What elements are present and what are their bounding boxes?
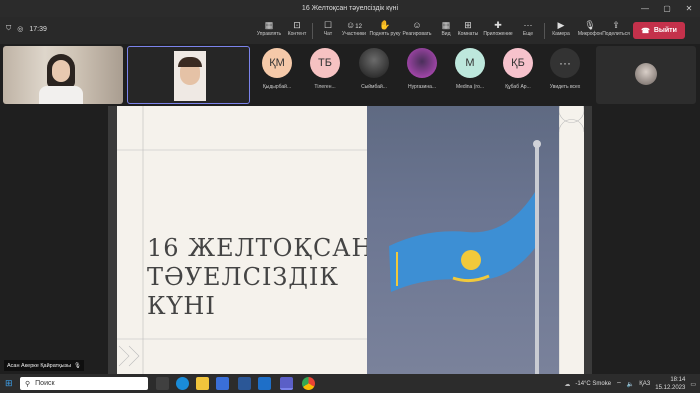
shield-icon: ⛉ [6, 25, 12, 32]
rooms-button[interactable]: ⊞ Комнаты [452, 20, 484, 37]
search-placeholder: Поиск [35, 380, 55, 387]
content-button[interactable]: ⊡ Контент [281, 20, 313, 37]
window-titlebar: 16 Желтоқсан тәуелсіздік күні — ▢ ✕ [0, 0, 700, 17]
apps-icon: ✚ [494, 20, 502, 30]
more-icon: ··· [523, 20, 533, 30]
participant-1[interactable]: ҚМ Қыдырбай... [255, 48, 299, 90]
mic-off-icon: 🎙 [74, 362, 82, 369]
participant-3[interactable]: Сыймбай... [352, 48, 396, 90]
manage-icon: ▦ [264, 20, 274, 30]
raise-hand-icon: ✋ [379, 20, 391, 30]
more-icon: ··· [550, 48, 580, 78]
participant-name: Нургазина... [407, 84, 437, 90]
task-view-icon[interactable] [156, 377, 169, 390]
system-tray: ☁ -14°C Smoke ⌔ 🔈 ҚАЗ 18:14 15.12.2023 ▭ [564, 376, 696, 392]
kazakhstan-flag-icon [389, 140, 541, 374]
self-view-label: Асан Акерке Қайратқызы 🎙 [4, 360, 85, 371]
phone-icon: ☎ [641, 27, 650, 35]
avatar [407, 48, 437, 78]
video-tile-3[interactable] [596, 46, 696, 104]
person-shirt [39, 86, 83, 104]
video-tile-1[interactable] [3, 46, 123, 104]
file-explorer-icon[interactable] [196, 377, 209, 390]
more-button[interactable]: ··· Еще [512, 20, 544, 37]
participant-2[interactable]: ТБ Тілеген... [303, 48, 347, 90]
meeting-timer: 17:39 [29, 25, 47, 33]
chrome-icon[interactable] [302, 377, 315, 390]
meeting-toolbar: ⛉ ◎ 17:39 ▦ Управлять ⊡ Контент ☐ Чат ☺12 Уч… [0, 17, 700, 44]
meeting-status: ⛉ ◎ 17:39 [6, 25, 47, 33]
avatar [635, 63, 657, 85]
chat-icon: ☐ [323, 20, 333, 30]
react-icon: ☺ [412, 20, 422, 30]
window-controls: — ▢ ✕ [634, 0, 700, 17]
see-all-label: Увидеть всех [549, 84, 581, 90]
participant-4[interactable]: Нургазина... [400, 48, 444, 90]
react-button[interactable]: ☺ Реагировать [401, 20, 433, 37]
share-button[interactable]: ⇪ Поделиться [600, 20, 632, 37]
microphone-icon: 🎙 [584, 20, 596, 30]
flag-photo [367, 106, 559, 374]
share-content-icon: ⊡ [293, 20, 301, 30]
volume-icon[interactable]: 🔈 [627, 381, 634, 388]
slide-title: 16 ЖЕЛТОҚСАН - ТӘУЕЛСІЗДІК КҮНІ [147, 234, 390, 320]
camera-icon: ▶ [557, 20, 565, 30]
avatar [359, 48, 389, 78]
avatar: ҚБ [503, 48, 533, 78]
participant-name: Тілеген... [314, 84, 336, 90]
person-hair [178, 57, 202, 67]
avatar: M [455, 48, 485, 78]
word-icon[interactable] [238, 377, 251, 390]
participants-icon: ☺12 [346, 20, 362, 30]
participants-button[interactable]: ☺12 Участники [338, 20, 370, 37]
language-indicator[interactable]: ҚАЗ [639, 381, 650, 387]
participants-count: 12 [355, 24, 362, 30]
search-icon: ⚲ [25, 380, 31, 388]
participant-name: Құбаб Ар... [505, 84, 531, 90]
mail-icon[interactable] [258, 377, 271, 390]
see-all-participants-button[interactable]: ··· Увидеть всех [543, 48, 587, 90]
maximize-icon[interactable]: ▢ [656, 0, 678, 17]
taskbar-search[interactable]: ⚲ Поиск [20, 377, 148, 390]
store-icon[interactable] [216, 377, 229, 390]
avatar: ҚМ [262, 48, 292, 78]
self-name: Асан Акерке Қайратқызы [7, 362, 72, 369]
participant-name: Medina (го... [455, 84, 485, 90]
presentation-slide: 16 ЖЕЛТОҚСАН - ТӘУЕЛСІЗДІК КҮНІ [117, 106, 584, 374]
video-tile-2[interactable] [127, 46, 250, 104]
clock[interactable]: 18:14 15.12.2023 [655, 376, 685, 392]
camera-button[interactable]: ▶ Камера [545, 20, 577, 37]
weather-text: -14°C Smoke [575, 381, 612, 387]
window-title: 16 Желтоқсан тәуелсіздік күні [301, 5, 399, 12]
windows-start-icon[interactable]: ⊞ [5, 378, 13, 389]
wifi-icon[interactable]: ⌔ [616, 380, 622, 388]
view-icon: ▦ [441, 20, 451, 30]
leave-button[interactable]: ☎ Выйти [633, 22, 685, 39]
edge-icon[interactable] [176, 377, 189, 390]
record-icon: ◎ [17, 26, 24, 33]
minimize-icon[interactable]: — [634, 0, 656, 17]
rooms-icon: ⊞ [464, 20, 472, 30]
participant-6[interactable]: ҚБ Құбаб Ар... [496, 48, 540, 90]
teams-icon[interactable] [280, 377, 293, 390]
shared-content-stage: 16 ЖЕЛТОҚСАН - ТӘУЕЛСІЗДІК КҮНІ [0, 106, 700, 374]
weather-icon: ☁ [564, 381, 571, 388]
close-icon[interactable]: ✕ [678, 0, 700, 17]
apps-button[interactable]: ✚ Приложение [482, 20, 514, 37]
participant-strip: ҚМ Қыдырбай... ТБ Тілеген... Сыймбай... … [0, 44, 700, 106]
clock-time: 18:14 [670, 377, 686, 383]
participant-name: Қыдырбай... [262, 84, 292, 90]
raise-hand-button[interactable]: ✋ Поднять руку [369, 20, 401, 37]
os-taskbar: ⊞ ⚲ Поиск ☁ -14°C Smoke ⌔ 🔈 ҚАЗ 18:14 15… [0, 374, 700, 393]
avatar: ТБ [310, 48, 340, 78]
participant-5[interactable]: M Medina (го... [448, 48, 492, 90]
participant-name: Сыймбай... [361, 84, 387, 90]
clock-date: 15.12.2023 [655, 385, 686, 391]
notifications-icon[interactable]: ▭ [690, 381, 696, 388]
person-face [52, 60, 70, 82]
share-icon: ⇪ [612, 20, 620, 30]
